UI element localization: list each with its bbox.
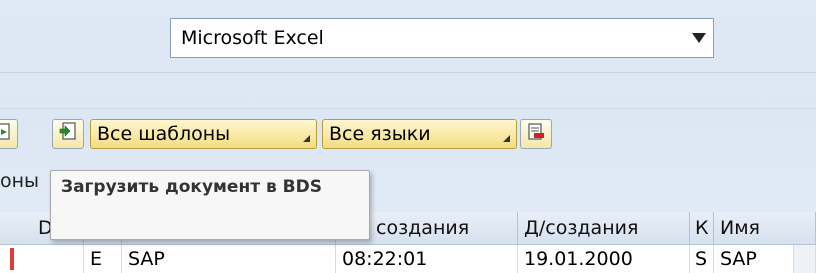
table-cell[interactable]: SAP: [714, 245, 794, 273]
row-selector[interactable]: [0, 245, 84, 273]
language-filter-select[interactable]: Все языки: [322, 119, 517, 149]
table-cell[interactable]: SAP: [122, 245, 336, 273]
document-upload-icon: [57, 121, 79, 147]
table-cell[interactable]: E: [84, 245, 122, 273]
row-marker: [10, 248, 14, 270]
template-filter-select[interactable]: Все шаблоны: [90, 119, 317, 149]
upload-document-button[interactable]: [52, 119, 84, 149]
language-filter-value: Все языки: [329, 123, 431, 145]
tab-label[interactable]: оны: [0, 170, 39, 192]
toolbar: Все шаблоны Все языки: [0, 115, 816, 155]
template-filter-value: Все шаблоны: [97, 123, 231, 145]
format-dropdown-value: Microsoft Excel: [181, 27, 324, 49]
document-export-icon: [0, 122, 12, 146]
table-cell[interactable]: 19.01.2000: [518, 245, 690, 273]
table-cell[interactable]: S: [690, 245, 714, 273]
divider: [0, 72, 816, 73]
column-header-k[interactable]: К: [690, 212, 714, 245]
tooltip: Загрузить документ в BDS: [50, 170, 370, 240]
dropdown-corner-icon: [303, 135, 310, 142]
export-document-button[interactable]: [0, 119, 18, 149]
table-cell[interactable]: 08:22:01: [336, 245, 518, 273]
table-row-edge: [794, 245, 816, 273]
document-delete-icon: [526, 122, 546, 146]
column-header-name[interactable]: Имя: [714, 212, 816, 245]
delete-document-button[interactable]: [520, 119, 552, 149]
column-header-date[interactable]: Д/создания: [518, 212, 690, 245]
dropdown-corner-icon: [503, 135, 510, 142]
format-dropdown[interactable]: Microsoft Excel: [170, 18, 714, 58]
chevron-down-icon[interactable]: [685, 19, 713, 57]
divider: [0, 108, 816, 109]
